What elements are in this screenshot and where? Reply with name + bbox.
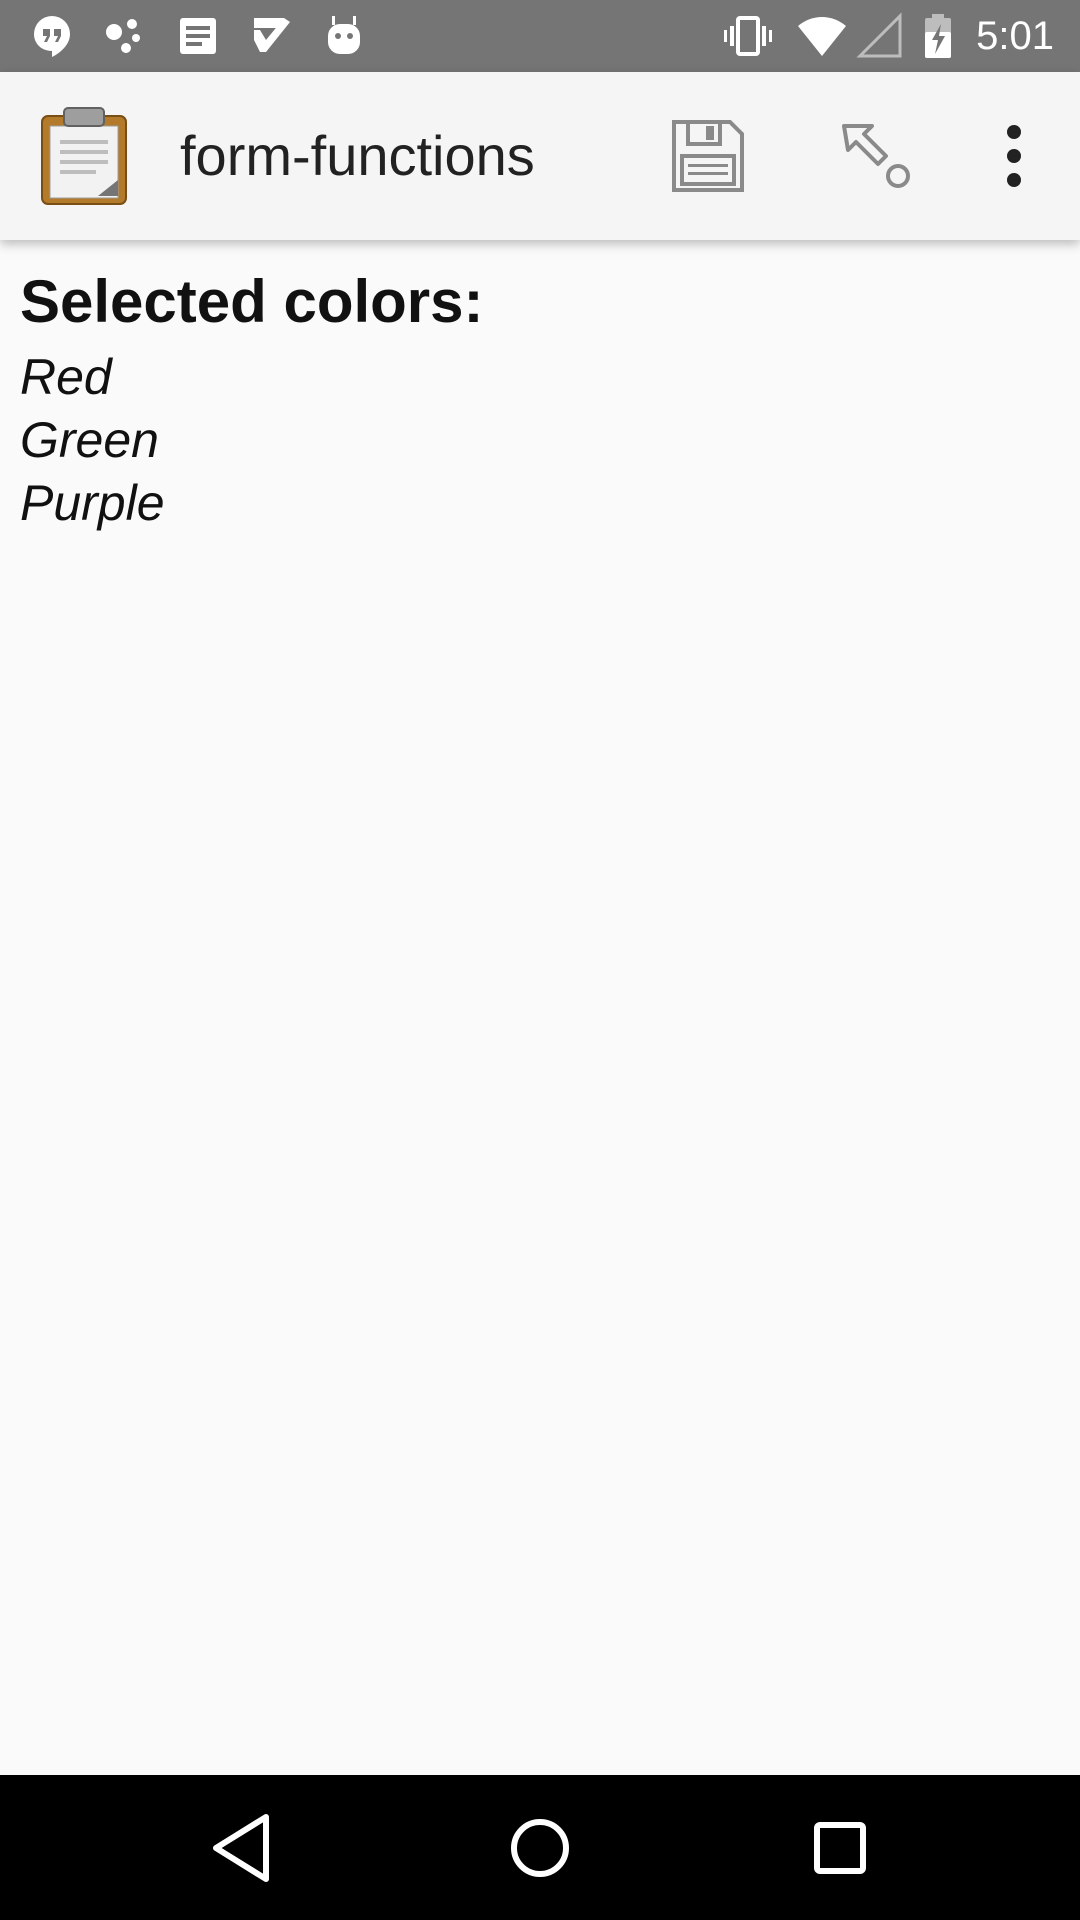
signal-icon — [856, 12, 902, 58]
navigation-bar — [0, 1775, 1080, 1920]
save-icon[interactable] — [668, 116, 748, 196]
recents-icon[interactable] — [795, 1803, 885, 1893]
status-time: 5:01 — [976, 14, 1054, 58]
status-bar: 5:01 — [0, 0, 1080, 72]
list-item: Green — [20, 412, 159, 468]
back-icon[interactable] — [196, 1803, 286, 1893]
more-vert-icon[interactable] — [974, 116, 1054, 196]
app-title: form-functions — [180, 124, 535, 187]
home-icon[interactable] — [495, 1803, 585, 1893]
hangouts-icon — [34, 16, 70, 57]
list-item: Red — [20, 349, 112, 405]
app-bar: form-functions — [0, 72, 1080, 240]
jump-icon[interactable] — [838, 116, 918, 196]
tasks-icon — [254, 18, 290, 52]
battery-charging-icon — [925, 14, 951, 58]
content-area: Selected colors: Red Green Purple — [0, 240, 1080, 1775]
selected-colors-list: Red Green Purple — [20, 346, 165, 535]
document-icon — [180, 18, 216, 54]
share-icon — [106, 19, 140, 53]
clipboard-icon — [41, 107, 127, 205]
vibrate-icon — [724, 16, 772, 56]
list-item: Purple — [20, 475, 165, 531]
android-icon — [328, 16, 360, 54]
selected-colors-heading: Selected colors: — [20, 268, 484, 335]
wifi-icon — [798, 17, 846, 56]
